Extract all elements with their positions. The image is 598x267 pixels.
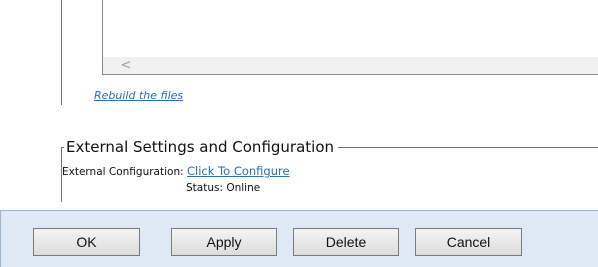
cancel-button[interactable]: Cancel: [415, 228, 522, 256]
apply-button[interactable]: Apply: [171, 228, 277, 256]
files-group-border: [61, 0, 62, 105]
external-settings-group: External Settings and Configuration Exte…: [61, 137, 598, 202]
status-label: Status:: [186, 182, 223, 194]
rebuild-files-link[interactable]: Rebuild the files: [94, 89, 183, 102]
button-bar: OK Apply Delete Cancel: [0, 210, 598, 267]
external-configuration-row: External Configuration: Click To Configu…: [62, 164, 290, 178]
scroll-left-arrow-icon[interactable]: <: [119, 57, 133, 74]
click-to-configure-link[interactable]: Click To Configure: [187, 164, 290, 178]
external-configuration-label: External Configuration:: [62, 166, 184, 178]
horizontal-scrollbar[interactable]: <: [103, 57, 598, 74]
status-row: Status: Online: [186, 182, 260, 194]
delete-button[interactable]: Delete: [293, 228, 399, 256]
file-list[interactable]: <: [102, 0, 598, 75]
ok-button[interactable]: OK: [33, 228, 140, 256]
external-settings-legend: External Settings and Configuration: [64, 137, 339, 157]
status-value: Online: [226, 182, 261, 194]
